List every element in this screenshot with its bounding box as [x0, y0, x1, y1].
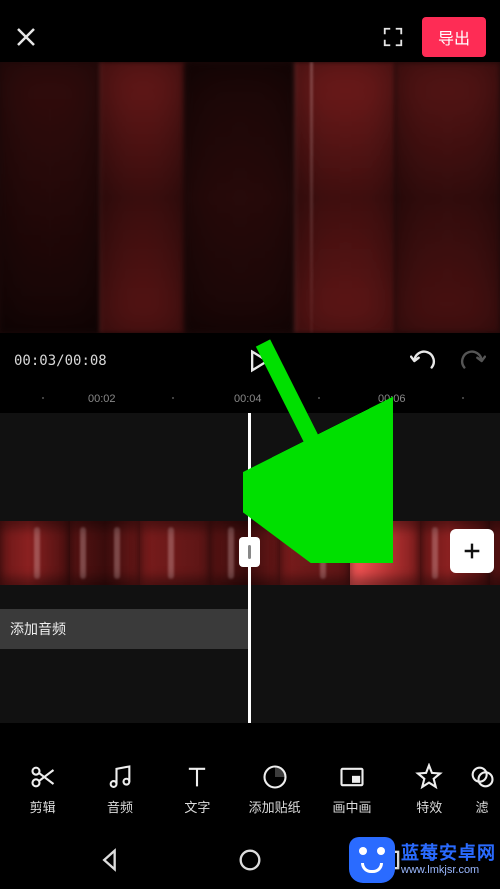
scissors-icon	[29, 763, 57, 791]
tool-label: 剪辑	[30, 797, 56, 816]
tool-label: 文字	[184, 797, 210, 816]
timeline-ruler[interactable]: 00:02 00:04 00:06	[0, 389, 500, 413]
tool-audio[interactable]: 音频	[81, 763, 158, 816]
video-preview[interactable]	[0, 62, 500, 333]
tool-label: 特效	[416, 797, 442, 816]
transport-bar: 00:03/00:08	[0, 333, 500, 389]
status-bar	[0, 0, 500, 12]
tool-filter[interactable]: 滤	[468, 763, 496, 816]
tool-label: 画中画	[332, 797, 371, 816]
add-clip-button[interactable]	[450, 529, 494, 573]
text-icon	[183, 763, 211, 791]
clip-frame[interactable]	[0, 521, 70, 585]
star-icon	[415, 763, 443, 791]
ruler-tick: 00:04	[234, 393, 262, 405]
tool-label: 添加贴纸	[249, 797, 301, 816]
tool-cut[interactable]: 剪辑	[4, 763, 81, 816]
tool-sticker[interactable]: 添加贴纸	[236, 763, 313, 816]
top-bar: 导出	[0, 12, 500, 62]
android-nav-bar	[0, 831, 500, 889]
sticker-icon	[261, 763, 289, 791]
tool-label: 滤	[475, 797, 488, 816]
preview-frame	[0, 62, 500, 333]
play-button[interactable]	[244, 347, 272, 375]
ruler-tick: 00:06	[378, 393, 406, 405]
close-button[interactable]	[14, 25, 38, 49]
clip-frame[interactable]	[140, 521, 210, 585]
clip-frame[interactable]	[280, 521, 350, 585]
nav-back-button[interactable]	[96, 846, 124, 874]
time-display: 00:03/00:08	[14, 353, 107, 369]
timeline[interactable]: 添加音频	[0, 413, 500, 723]
redo-button[interactable]	[460, 348, 486, 374]
clip-frame[interactable]	[350, 521, 420, 585]
pip-icon	[338, 763, 366, 791]
ruler-tick: 00:02	[88, 393, 116, 405]
tool-text[interactable]: 文字	[159, 763, 236, 816]
nav-home-button[interactable]	[236, 846, 264, 874]
playhead[interactable]	[248, 413, 251, 723]
tool-pip[interactable]: 画中画	[313, 763, 390, 816]
tool-label: 音频	[107, 797, 133, 816]
export-button[interactable]: 导出	[422, 17, 486, 57]
bottom-toolbar: 剪辑 音频 文字 添加贴纸 画中画 特效 滤	[0, 747, 500, 831]
tool-effect[interactable]: 特效	[391, 763, 468, 816]
add-audio-track[interactable]: 添加音频	[0, 609, 248, 649]
music-note-icon	[106, 763, 134, 791]
nav-recent-button[interactable]	[376, 846, 404, 874]
filter-icon	[468, 763, 496, 791]
undo-button[interactable]	[410, 348, 436, 374]
clip-frame[interactable]	[70, 521, 140, 585]
playhead-handle[interactable]	[239, 537, 260, 567]
fullscreen-icon[interactable]	[382, 26, 404, 48]
add-audio-label: 添加音频	[10, 619, 66, 639]
